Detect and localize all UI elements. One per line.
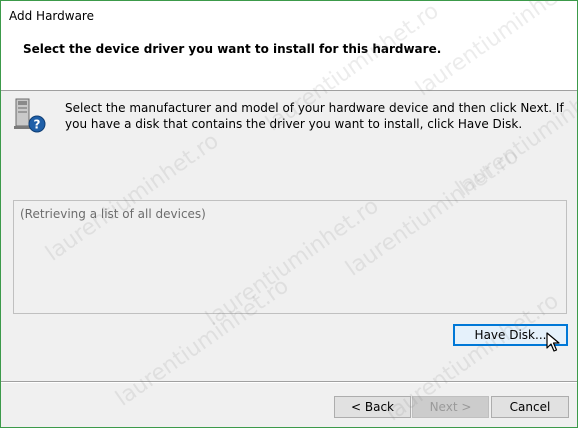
- mouse-pointer-icon: [546, 332, 562, 357]
- instructions-text: Select the manufacturer and model of you…: [65, 101, 564, 131]
- device-list[interactable]: (Retrieving a list of all devices): [13, 200, 567, 314]
- cancel-button[interactable]: Cancel: [491, 396, 569, 418]
- add-hardware-window: Add Hardware Select the device driver yo…: [0, 0, 578, 428]
- svg-text:?: ?: [34, 118, 41, 132]
- back-button[interactable]: < Back: [334, 396, 411, 418]
- device-list-status: (Retrieving a list of all devices): [20, 207, 206, 221]
- hardware-question-icon: ?: [11, 98, 47, 134]
- footer-separator: [1, 381, 577, 383]
- title-bar[interactable]: Add Hardware: [1, 1, 577, 32]
- wizard-header: Select the device driver you want to ins…: [1, 32, 577, 91]
- page-title: Select the device driver you want to ins…: [23, 42, 442, 56]
- next-button: Next >: [412, 396, 489, 418]
- window-title: Add Hardware: [9, 9, 94, 23]
